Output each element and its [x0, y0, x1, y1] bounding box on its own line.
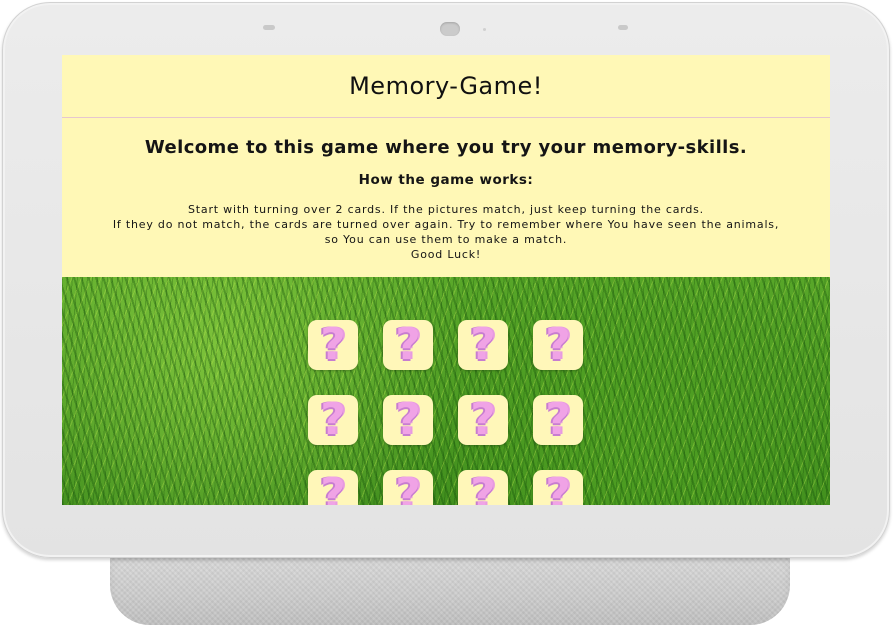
- memory-card[interactable]: ?: [533, 395, 583, 445]
- question-mark-icon: ?: [395, 469, 421, 506]
- question-mark-icon: ?: [470, 319, 496, 370]
- instruction-line: so You can use them to make a match.: [324, 233, 568, 246]
- question-mark-icon: ?: [545, 469, 571, 506]
- question-mark-icon: ?: [470, 469, 496, 506]
- memory-card[interactable]: ?: [383, 470, 433, 505]
- memory-card[interactable]: ?: [458, 320, 508, 370]
- welcome-heading: Welcome to this game where you try your …: [144, 137, 748, 158]
- light-sensor: [263, 25, 275, 30]
- memory-card[interactable]: ?: [308, 320, 358, 370]
- memory-card[interactable]: ?: [383, 320, 433, 370]
- device-stand: [110, 553, 790, 625]
- memory-card[interactable]: ?: [458, 395, 508, 445]
- question-mark-icon: ?: [470, 394, 496, 445]
- good-luck-text: Good Luck!: [410, 248, 482, 261]
- camera-icon: [440, 22, 460, 36]
- memory-card[interactable]: ?: [533, 470, 583, 505]
- question-mark-icon: ?: [395, 394, 421, 445]
- question-mark-icon: ?: [320, 469, 346, 506]
- instruction-line: Start with turning over 2 cards. If the …: [188, 203, 704, 216]
- memory-card[interactable]: ?: [533, 320, 583, 370]
- question-mark-icon: ?: [395, 319, 421, 370]
- page-title: Memory-Game!: [349, 72, 543, 100]
- proximity-sensor: [618, 25, 628, 30]
- question-mark-icon: ?: [320, 319, 346, 370]
- card-grid: ????????????: [308, 320, 583, 505]
- memory-card[interactable]: ?: [308, 470, 358, 505]
- how-it-works-heading: How the game works:: [358, 172, 534, 188]
- question-mark-icon: ?: [545, 394, 571, 445]
- question-mark-icon: ?: [545, 319, 571, 370]
- microphone-dot: [483, 28, 486, 31]
- instructions-text: Start with turning over 2 cards. If the …: [62, 188, 830, 262]
- page-header: Memory-Game!: [62, 55, 830, 118]
- intro-section: Welcome to this game where you try your …: [62, 118, 830, 278]
- memory-card[interactable]: ?: [383, 395, 433, 445]
- game-board: ????????????: [62, 277, 830, 505]
- instruction-line: If they do not match, the cards are turn…: [112, 218, 780, 231]
- device-screen: Memory-Game! Welcome to this game where …: [62, 55, 830, 505]
- memory-card[interactable]: ?: [308, 395, 358, 445]
- question-mark-icon: ?: [320, 394, 346, 445]
- memory-card[interactable]: ?: [458, 470, 508, 505]
